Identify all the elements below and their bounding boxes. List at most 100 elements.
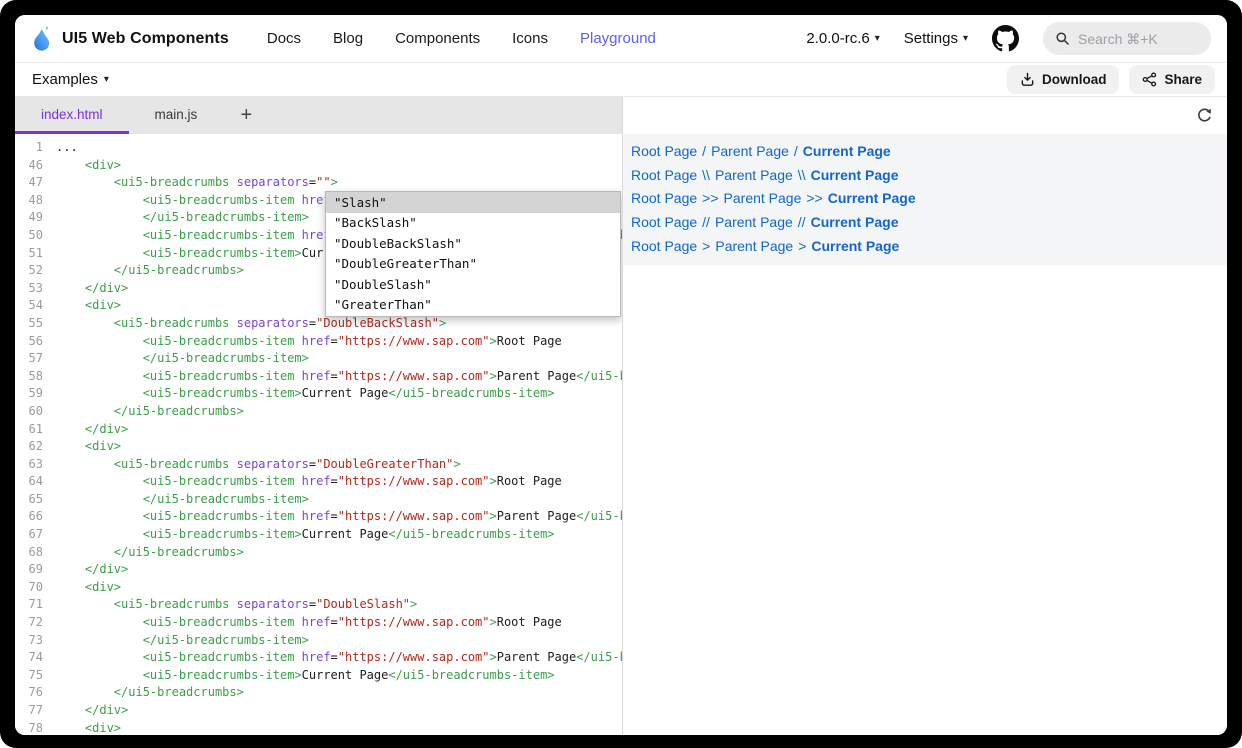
main-nav: Docs Blog Components Icons Playground [267,30,656,47]
code-line: 65 </ui5-breadcrumbs-item> [15,491,622,509]
line-number: 76 [15,684,43,702]
line-number: 59 [15,385,43,403]
download-button[interactable]: Download [1007,65,1120,94]
breadcrumb-separator: \\ [798,167,806,183]
nav-link-docs[interactable]: Docs [267,30,301,47]
code-text: </ui5-breadcrumbs-item> [56,350,309,368]
breadcrumb-link[interactable]: Root Page [631,167,697,183]
code-text: </ui5-breadcrumbs-item> [56,632,309,650]
breadcrumb-link[interactable]: Parent Page [715,167,793,183]
breadcrumb-link[interactable]: Root Page [631,214,697,230]
code-line: 61 </div> [15,421,622,439]
chevron-down-icon: ▾ [104,75,109,85]
code-line: 77 </div> [15,702,622,720]
nav-link-components[interactable]: Components [395,30,480,47]
preview-topbar [623,97,1227,134]
code-area[interactable]: 1...46 <div>47 <ui5-breadcrumbs separato… [15,134,622,735]
line-number: 65 [15,491,43,509]
breadcrumb-row: Root Page>>Parent Page>>Current Page [631,187,1219,211]
flame-logo-icon [31,25,53,52]
settings-menu[interactable]: Settings ▾ [904,30,968,47]
code-line: 74 <ui5-breadcrumbs-item href="https://w… [15,649,622,667]
line-number: 67 [15,526,43,544]
code-text: <div> [56,157,121,175]
nav-link-blog[interactable]: Blog [333,30,363,47]
breadcrumb-row: Root Page>Parent Page>Current Page [631,234,1219,258]
line-number: 53 [15,280,43,298]
autocomplete-popup: "Slash""BackSlash""DoubleBackSlash""Doub… [325,191,621,317]
code-line: 68 </ui5-breadcrumbs> [15,544,622,562]
breadcrumb-link[interactable]: Root Page [631,143,697,159]
code-line: 67 <ui5-breadcrumbs-item>Current Page</u… [15,526,622,544]
line-number: 78 [15,720,43,735]
app-window: UI5 Web Components Docs Blog Components Ico… [15,15,1227,735]
code-text: </div> [56,421,128,439]
version-menu[interactable]: 2.0.0-rc.6 ▾ [806,30,879,47]
examples-label: Examples [32,71,98,88]
code-text: <ui5-breadcrumbs-item>Current Page</ui5-… [56,385,555,403]
breadcrumb-link[interactable]: Root Page [631,190,697,206]
tab-main-js[interactable]: main.js [129,97,224,134]
breadcrumb-link[interactable]: Parent Page [715,214,793,230]
code-text: <ui5-breadcrumbs-item href="https://www.… [56,473,562,491]
line-number: 1 [15,139,43,157]
code-line: 66 <ui5-breadcrumbs-item href="https://w… [15,508,622,526]
line-number: 68 [15,544,43,562]
code-line: 76 </ui5-breadcrumbs> [15,684,622,702]
line-number: 70 [15,579,43,597]
code-text: </ui5-breadcrumbs> [56,544,244,562]
autocomplete-option[interactable]: "Slash" [326,192,620,213]
breadcrumb-separator: / [702,143,706,159]
autocomplete-option[interactable]: "BackSlash" [326,213,620,234]
code-line: 64 <ui5-breadcrumbs-item href="https://w… [15,473,622,491]
header-right: 2.0.0-rc.6 ▾ Settings ▾ [806,22,1211,55]
line-number: 72 [15,614,43,632]
code-text: </ui5-breadcrumbs> [56,262,244,280]
examples-menu[interactable]: Examples ▾ [32,71,109,88]
nav-link-playground[interactable]: Playground [580,30,656,47]
breadcrumb-link[interactable]: Root Page [631,238,697,254]
breadcrumb-separator: > [702,238,710,254]
breadcrumb-link[interactable]: Parent Page [715,238,793,254]
line-number: 66 [15,508,43,526]
code-line: 58 <ui5-breadcrumbs-item href="https://w… [15,368,622,386]
breadcrumb-current-page: Current Page [828,190,916,206]
line-number: 75 [15,667,43,685]
breadcrumb-separator: > [798,238,806,254]
search-box[interactable] [1043,22,1211,55]
autocomplete-option[interactable]: "DoubleBackSlash" [326,233,620,254]
code-line: 72 <ui5-breadcrumbs-item href="https://w… [15,614,622,632]
code-text: <ui5-breadcrumbs-item href="https://www.… [56,614,562,632]
autocomplete-option[interactable]: "GreaterThan" [326,295,620,316]
line-number: 52 [15,262,43,280]
line-number: 49 [15,209,43,227]
code-line: 47 <ui5-breadcrumbs separators=""> [15,174,622,192]
breadcrumb-current-page: Current Page [811,167,899,183]
code-text: <div> [56,720,121,735]
refresh-icon[interactable] [1196,107,1213,124]
line-number: 62 [15,438,43,456]
brand[interactable]: UI5 Web Components [31,25,229,52]
line-number: 54 [15,297,43,315]
code-line: 55 <ui5-breadcrumbs separators="DoubleBa… [15,315,622,333]
tab-index-html[interactable]: index.html [15,97,129,134]
search-input[interactable] [1078,31,1198,47]
github-link[interactable] [992,25,1019,52]
line-number: 63 [15,456,43,474]
nav-link-icons[interactable]: Icons [512,30,548,47]
code-text: <ui5-breadcrumbs-item>Current Page</ui5-… [56,526,555,544]
breadcrumb-separator: >> [806,190,822,206]
breadcrumb-link[interactable]: Parent Page [711,143,789,159]
code-text: <ui5-breadcrumbs-item>Current Page</ui5-… [56,667,555,685]
autocomplete-option[interactable]: "DoubleSlash" [326,274,620,295]
autocomplete-option[interactable]: "DoubleGreaterThan" [326,254,620,275]
share-button[interactable]: Share [1129,65,1215,94]
code-text: <div> [56,579,121,597]
add-tab-button[interactable]: + [223,97,269,134]
breadcrumb-link[interactable]: Parent Page [724,190,802,206]
code-text: <ui5-breadcrumbs separators=""> [56,174,338,192]
line-number: 60 [15,403,43,421]
code-text: ... [56,139,78,157]
line-number: 69 [15,561,43,579]
code-text: <ui5-breadcrumbs-item href="https://www.… [56,333,562,351]
